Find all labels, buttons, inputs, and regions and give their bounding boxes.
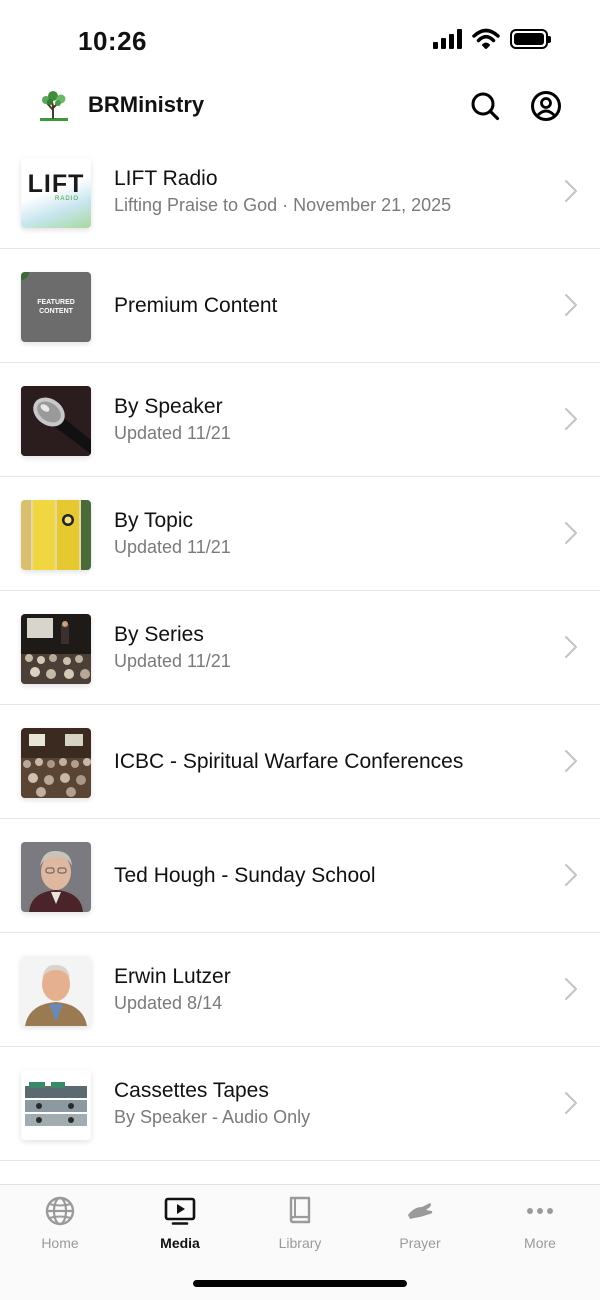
- chevron-right-icon: [565, 1092, 577, 1114]
- row-subtitle: Updated 8/14: [114, 992, 223, 1013]
- audience-thumbnail: [21, 614, 91, 684]
- tab-media[interactable]: Media: [120, 1185, 240, 1265]
- chevron-right-icon: [565, 750, 577, 772]
- row-title: ICBC - Spiritual Warfare Conferences: [114, 749, 464, 773]
- chevron-right-icon: [565, 978, 577, 1000]
- list-item-cassettes-tapes[interactable]: Cassettes Tapes By Speaker - Audio Only: [0, 1047, 600, 1161]
- chevron-right-icon: [565, 294, 577, 316]
- chevron-right-icon: [565, 636, 577, 658]
- status-bar: 10:26: [0, 0, 600, 80]
- media-list: LIFT RADIO LIFT Radio Lifting Praise to …: [0, 135, 600, 1161]
- cellular-signal-icon: [433, 29, 462, 49]
- tab-label: More: [524, 1235, 556, 1251]
- book-icon: [289, 1196, 311, 1224]
- row-subtitle: Lifting Praise to God · November 21, 202…: [114, 194, 452, 215]
- tree-logo-icon: [40, 91, 68, 121]
- account-button[interactable]: [528, 88, 564, 124]
- list-item-by-speaker[interactable]: By Speaker Updated 11/21: [0, 363, 600, 477]
- cassettes-image: [21, 1070, 91, 1140]
- chevron-right-icon: [565, 180, 577, 202]
- list-item-lift-radio[interactable]: LIFT RADIO LIFT Radio Lifting Praise to …: [0, 135, 600, 249]
- portrait-image: [21, 842, 91, 912]
- microphone-thumbnail: [21, 386, 91, 456]
- lift-radio-thumbnail: LIFT RADIO: [21, 158, 91, 228]
- app-header: BRMinistry: [0, 80, 600, 136]
- list-item-by-topic[interactable]: By Topic Updated 11/21: [0, 477, 600, 591]
- praying-hands-icon: [408, 1203, 433, 1219]
- home-indicator: [193, 1280, 407, 1287]
- list-item-ted-hough[interactable]: Ted Hough - Sunday School: [0, 819, 600, 933]
- row-title: By Speaker: [114, 394, 223, 418]
- thumb-logo-subtext: RADIO: [55, 196, 80, 202]
- wifi-icon: [472, 28, 500, 49]
- chevron-right-icon: [565, 864, 577, 886]
- tab-library[interactable]: Library: [240, 1185, 360, 1265]
- tab-label: Media: [160, 1235, 200, 1251]
- ellipsis-icon: [527, 1208, 553, 1214]
- battery-icon: [510, 29, 551, 49]
- list-item-icbc-conferences[interactable]: ICBC - Spiritual Warfare Conferences: [0, 705, 600, 819]
- conference-image: [21, 728, 91, 798]
- tab-label: Library: [278, 1235, 322, 1251]
- tab-home[interactable]: Home: [0, 1185, 120, 1265]
- tv-play-icon: [164, 1197, 196, 1225]
- row-subtitle: Updated 11/21: [114, 422, 231, 443]
- list-item-erwin-lutzer[interactable]: Erwin Lutzer Updated 8/14: [0, 933, 600, 1047]
- row-title: Cassettes Tapes: [114, 1078, 269, 1102]
- portrait-image: [21, 956, 91, 1026]
- chevron-right-icon: [565, 522, 577, 544]
- tab-more[interactable]: More: [480, 1185, 600, 1265]
- chevron-right-icon: [565, 408, 577, 430]
- row-title: By Series: [114, 622, 204, 646]
- row-subtitle: By Speaker - Audio Only: [114, 1106, 311, 1127]
- binders-image: [21, 500, 91, 570]
- status-icons: [433, 28, 551, 50]
- tab-prayer[interactable]: Prayer: [360, 1185, 480, 1265]
- list-item-by-series[interactable]: By Series Updated 11/21: [0, 591, 600, 705]
- row-subtitle: Updated 11/21: [114, 650, 231, 671]
- list-item-premium-content[interactable]: FEATURED CONTENT Premium Content: [0, 249, 600, 363]
- binders-thumbnail: [21, 500, 91, 570]
- thumb-label: FEATURED CONTENT: [37, 299, 75, 315]
- user-circle-icon: [531, 91, 561, 121]
- status-time: 10:26: [78, 26, 147, 56]
- row-subtitle: Updated 11/21: [114, 536, 231, 557]
- search-icon: [471, 92, 500, 121]
- row-title: By Topic: [114, 508, 193, 532]
- thumb-logo-text: LIFT: [27, 170, 85, 198]
- tab-label: Prayer: [399, 1235, 441, 1251]
- globe-icon: [45, 1196, 75, 1226]
- portrait-thumbnail: [21, 842, 91, 912]
- audience-image: [21, 614, 91, 684]
- cassettes-thumbnail: [21, 1070, 91, 1140]
- row-title: Erwin Lutzer: [114, 964, 231, 988]
- tab-label: Home: [41, 1235, 79, 1251]
- app-title: BRMinistry: [88, 92, 205, 117]
- conference-thumbnail: [21, 728, 91, 798]
- portrait-thumbnail: [21, 956, 91, 1026]
- row-title: LIFT Radio: [114, 166, 218, 190]
- search-button[interactable]: [467, 88, 503, 124]
- row-title: Ted Hough - Sunday School: [114, 863, 376, 887]
- premium-content-thumbnail: FEATURED CONTENT: [21, 272, 91, 342]
- row-title: Premium Content: [114, 293, 278, 317]
- microphone-image: [21, 386, 91, 456]
